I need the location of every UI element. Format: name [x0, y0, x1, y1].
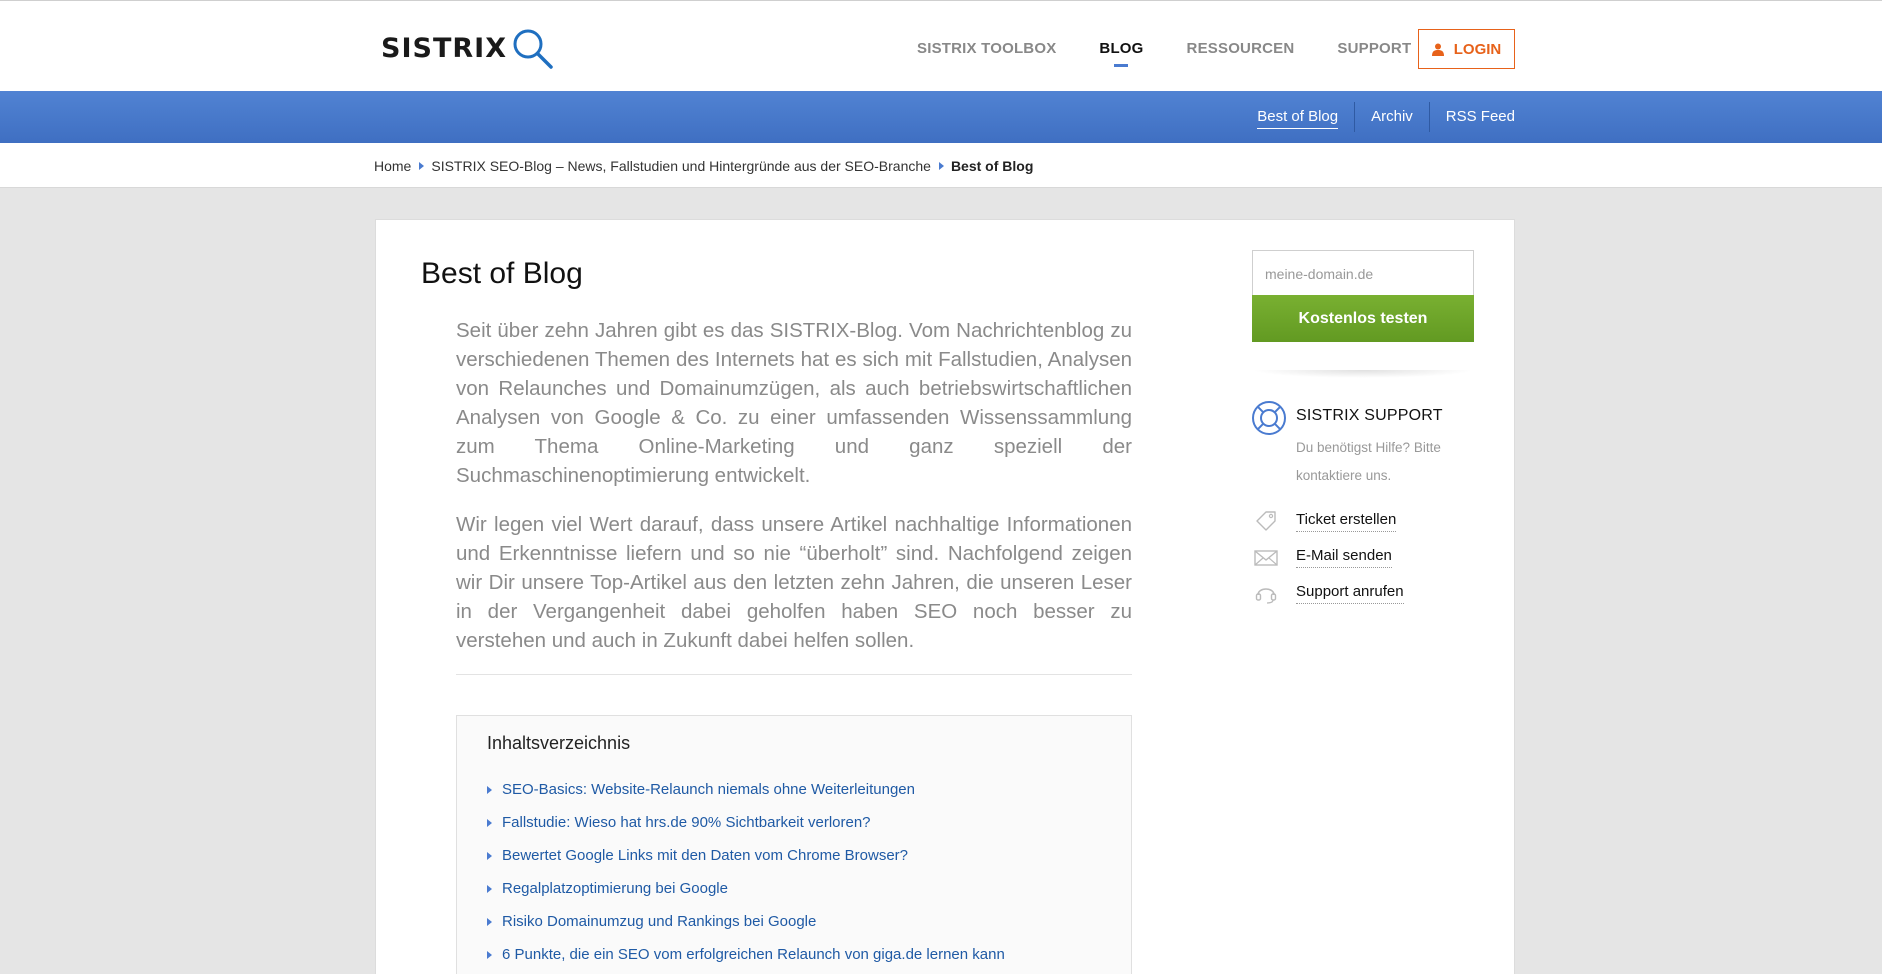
user-icon — [1431, 43, 1444, 56]
domain-input[interactable] — [1252, 250, 1474, 296]
nav-ressourcen[interactable]: RESSOURCEN — [1187, 40, 1295, 57]
toc-item-label: 6 Punkte, die ein SEO vom erfolgreichen … — [502, 946, 1005, 963]
login-button[interactable]: LOGIN — [1418, 29, 1515, 69]
subnav-links: Best of Blog Archiv RSS Feed — [1241, 91, 1515, 143]
envelope-icon — [1254, 550, 1278, 566]
support-description: Du benötigst Hilfe? Bitte kontaktiere un… — [1296, 440, 1441, 483]
logo-text: SISTRIX — [381, 32, 508, 64]
toc-title: Inhaltsverzeichnis — [487, 733, 631, 753]
intro-paragraph-2: Wir legen viel Wert darauf, dass unsere … — [456, 513, 1132, 652]
toc-item[interactable]: Fallstudie: Wieso hat hrs.de 90% Sichtba… — [487, 806, 1005, 839]
triangle-right-icon — [487, 785, 492, 794]
nav-sistrix-toolbox[interactable]: SISTRIX TOOLBOX — [917, 40, 1056, 57]
nav-support[interactable]: SUPPORT — [1337, 40, 1411, 57]
triangle-right-icon — [487, 950, 492, 959]
table-of-contents: Inhaltsverzeichnis SEO-Basics: Website-R… — [456, 715, 1132, 974]
breadcrumb-bar: Home SISTRIX SEO-Blog – News, Fallstudie… — [0, 143, 1882, 188]
breadcrumb-current: Best of Blog — [950, 157, 1034, 174]
toc-item[interactable]: Regalplatzoptimierung bei Google — [487, 872, 1005, 905]
toc-item[interactable]: SEO-Basics: Website-Relaunch niemals ohn… — [487, 773, 1005, 806]
ticket-tag-icon — [1256, 511, 1276, 531]
toc-item[interactable]: Bewertet Google Links mit den Daten vom … — [487, 839, 1005, 872]
free-test-button[interactable]: Kostenlos testen — [1252, 295, 1474, 342]
sidebar-separator — [1252, 370, 1474, 378]
toc-item[interactable]: 6 Punkte, die ein SEO vom erfolgreichen … — [487, 938, 1005, 971]
triangle-right-icon — [487, 818, 492, 827]
divider — [456, 674, 1132, 675]
email-link[interactable]: E-Mail senden — [1296, 547, 1392, 568]
subnav-rss-feed[interactable]: RSS Feed — [1428, 102, 1515, 132]
breadcrumb: Home SISTRIX SEO-Blog – News, Fallstudie… — [374, 143, 1033, 188]
toc-item-label: SEO-Basics: Website-Relaunch niemals ohn… — [502, 781, 915, 798]
blog-subnav: Best of Blog Archiv RSS Feed — [0, 91, 1882, 143]
top-header: SISTRIX SISTRIX TOOLBOX BLOG RESSOURCEN … — [0, 0, 1882, 91]
toc-item-label: Fallstudie: Wieso hat hrs.de 90% Sichtba… — [502, 814, 871, 831]
ticket-link[interactable]: Ticket erstellen — [1296, 511, 1397, 532]
magnifier-logo-icon — [513, 29, 553, 69]
subnav-archiv[interactable]: Archiv — [1354, 102, 1429, 132]
triangle-right-icon — [487, 851, 492, 860]
lifebuoy-icon — [1252, 401, 1286, 435]
toc-item-label: Regalplatzoptimierung bei Google — [502, 880, 728, 897]
breadcrumb-arrow-icon — [938, 161, 944, 170]
subnav-best-of-blog-label: Best of Blog — [1257, 108, 1339, 129]
breadcrumb-arrow-icon — [419, 161, 425, 170]
toc-item-label: Risiko Domainumzug und Rankings bei Goog… — [502, 913, 817, 930]
call-support-link[interactable]: Support anrufen — [1296, 583, 1404, 604]
triangle-right-icon — [487, 917, 492, 926]
toc-item-label: Bewertet Google Links mit den Daten vom … — [502, 847, 909, 864]
sistrix-logo[interactable]: SISTRIX — [381, 25, 555, 71]
headset-icon — [1255, 588, 1277, 604]
nav-blog[interactable]: BLOG — [1099, 40, 1143, 67]
subnav-best-of-blog[interactable]: Best of Blog — [1241, 102, 1354, 132]
page-title: Best of Blog — [421, 257, 583, 290]
intro-paragraph: Seit über zehn Jahren gibt es das SISTRI… — [456, 319, 1132, 487]
breadcrumb-home[interactable]: Home — [374, 158, 411, 174]
toc-list: SEO-Basics: Website-Relaunch niemals ohn… — [487, 773, 1005, 971]
breadcrumb-seo-blog[interactable]: SISTRIX SEO-Blog – News, Fallstudien und… — [431, 158, 931, 174]
login-label: LOGIN — [1453, 40, 1502, 58]
triangle-right-icon — [487, 884, 492, 893]
toc-item[interactable]: Risiko Domainumzug und Rankings bei Goog… — [487, 905, 1005, 938]
main-nav: SISTRIX TOOLBOX BLOG RESSOURCEN SUPPORT — [917, 40, 1454, 67]
support-title: SISTRIX SUPPORT — [1296, 407, 1443, 424]
